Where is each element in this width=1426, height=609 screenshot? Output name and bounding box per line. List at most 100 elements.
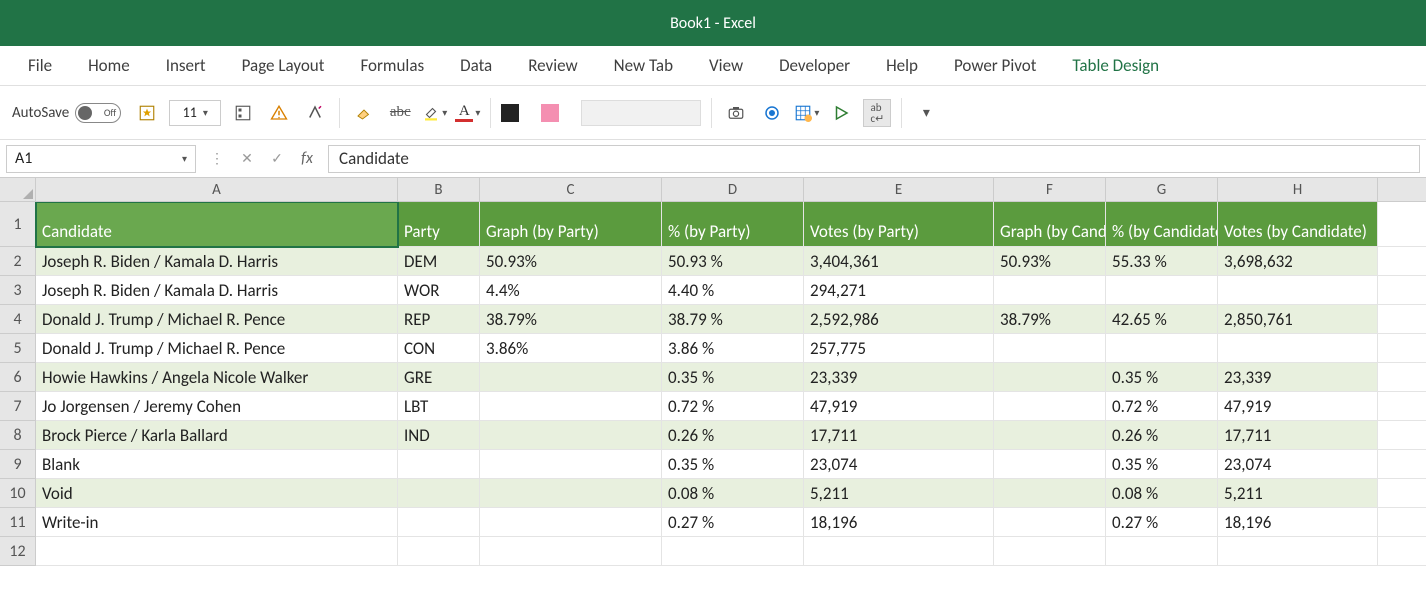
table-cell[interactable]: 23,074 [804, 450, 994, 479]
table-cell[interactable]: 55.33 % [1106, 247, 1218, 276]
autosave-toggle[interactable]: AutoSave Off [12, 103, 121, 123]
favorite-icon[interactable] [133, 99, 161, 127]
table-cell[interactable]: 42.65 % [1106, 305, 1218, 334]
select-all-corner[interactable] [0, 178, 36, 202]
table-cell[interactable]: Brock Pierce / Karla Ballard [36, 421, 398, 450]
ribbon-tab-review[interactable]: Review [510, 47, 595, 84]
empty-cell[interactable] [1106, 537, 1218, 566]
table-cell[interactable] [994, 450, 1106, 479]
table-cell[interactable]: Blank [36, 450, 398, 479]
table-cell[interactable] [480, 363, 662, 392]
font-color-button[interactable]: A ▾ [455, 104, 480, 122]
task-pane-icon[interactable] [229, 99, 257, 127]
table-cell[interactable]: 18,196 [804, 508, 994, 537]
table-cell[interactable]: Joseph R. Biden / Kamala D. Harris [36, 276, 398, 305]
table-cell[interactable]: 5,211 [1218, 479, 1378, 508]
table-cell[interactable]: 47,919 [804, 392, 994, 421]
table-cell[interactable]: 257,775 [804, 334, 994, 363]
table-cell[interactable]: GRE [398, 363, 480, 392]
table-cell[interactable]: 47,919 [1218, 392, 1378, 421]
empty-cell[interactable] [36, 537, 398, 566]
table-cell[interactable]: Howie Hawkins / Angela Nicole Walker [36, 363, 398, 392]
column-header-A[interactable]: A [36, 178, 398, 202]
row-header[interactable]: 3 [0, 276, 36, 305]
table-cell[interactable] [994, 334, 1106, 363]
table-cell[interactable]: WOR [398, 276, 480, 305]
table-cell[interactable] [994, 479, 1106, 508]
table-cell[interactable]: 5,211 [804, 479, 994, 508]
table-cell[interactable] [994, 421, 1106, 450]
warning-icon[interactable] [265, 99, 293, 127]
table-cell[interactable]: 0.35 % [1106, 450, 1218, 479]
table-cell[interactable] [398, 479, 480, 508]
column-header-C[interactable]: C [480, 178, 662, 202]
table-header-cell[interactable]: % (by Candidate) [1106, 202, 1218, 247]
ribbon-tab-help[interactable]: Help [868, 47, 936, 84]
column-header-E[interactable]: E [804, 178, 994, 202]
table-cell[interactable]: CON [398, 334, 480, 363]
table-cell[interactable]: REP [398, 305, 480, 334]
table-cell[interactable]: 294,271 [804, 276, 994, 305]
table-header-cell[interactable]: Graph (by Party) [480, 202, 662, 247]
empty-cell[interactable] [1218, 537, 1378, 566]
empty-cell[interactable] [480, 537, 662, 566]
formula-options-icon[interactable]: ⋮ [202, 145, 232, 173]
column-header-F[interactable]: F [994, 178, 1106, 202]
table-cell[interactable]: 50.93% [994, 247, 1106, 276]
table-cell[interactable]: 4.40 % [662, 276, 804, 305]
ribbon-tab-insert[interactable]: Insert [148, 47, 224, 84]
table-cell[interactable]: 0.27 % [662, 508, 804, 537]
table-cell[interactable]: 4.4% [480, 276, 662, 305]
table-header-cell[interactable]: Graph (by Candidate) [994, 202, 1106, 247]
row-header[interactable]: 12 [0, 537, 36, 566]
ribbon-tab-new-tab[interactable]: New Tab [596, 47, 691, 84]
table-cell[interactable]: IND [398, 421, 480, 450]
empty-cell[interactable] [398, 537, 480, 566]
table-cell[interactable]: 2,592,986 [804, 305, 994, 334]
table-cell[interactable]: 0.08 % [1106, 479, 1218, 508]
row-header[interactable]: 9 [0, 450, 36, 479]
table-cell[interactable]: 0.35 % [1106, 363, 1218, 392]
empty-cell[interactable] [804, 537, 994, 566]
table-cell[interactable] [1106, 276, 1218, 305]
table-cell[interactable]: 50.93% [480, 247, 662, 276]
ribbon-tab-power-pivot[interactable]: Power Pivot [936, 47, 1054, 84]
table-cell[interactable]: Joseph R. Biden / Kamala D. Harris [36, 247, 398, 276]
ribbon-tab-home[interactable]: Home [70, 47, 148, 84]
table-cell[interactable] [480, 479, 662, 508]
table-cell[interactable]: 3.86 % [662, 334, 804, 363]
wrap-text-icon[interactable]: abc↵ [863, 99, 891, 127]
table-cell[interactable] [994, 508, 1106, 537]
formula-input[interactable]: Candidate [328, 145, 1420, 173]
table-cell[interactable]: 17,711 [1218, 421, 1378, 450]
table-cell[interactable] [398, 450, 480, 479]
table-cell[interactable] [994, 392, 1106, 421]
strikethrough-icon[interactable]: abc [386, 99, 414, 127]
ribbon-tab-view[interactable]: View [691, 47, 761, 84]
column-header-H[interactable]: H [1218, 178, 1378, 202]
table-header-cell[interactable]: % (by Party) [662, 202, 804, 247]
table-cell[interactable] [1218, 276, 1378, 305]
table-cell[interactable]: Donald J. Trump / Michael R. Pence [36, 334, 398, 363]
table-header-cell[interactable]: Party [398, 202, 480, 247]
table-cell[interactable] [480, 392, 662, 421]
table-cell[interactable] [1106, 334, 1218, 363]
customize-toolbar-icon[interactable]: ▾ [912, 99, 940, 127]
ribbon-tab-file[interactable]: File [10, 47, 70, 84]
table-cell[interactable] [480, 421, 662, 450]
row-header[interactable]: 4 [0, 305, 36, 334]
record-icon[interactable] [758, 99, 786, 127]
table-cell[interactable]: 38.79% [994, 305, 1106, 334]
ribbon-tab-page-layout[interactable]: Page Layout [224, 47, 343, 84]
table-cell[interactable]: 18,196 [1218, 508, 1378, 537]
table-cell[interactable]: 0.26 % [662, 421, 804, 450]
table-cell[interactable] [994, 363, 1106, 392]
empty-cell[interactable] [994, 537, 1106, 566]
fx-icon[interactable]: fx [292, 145, 322, 173]
table-cell[interactable]: LBT [398, 392, 480, 421]
table-cell[interactable]: 17,711 [804, 421, 994, 450]
table-cell[interactable] [398, 508, 480, 537]
play-macro-icon[interactable] [827, 99, 855, 127]
table-insert-icon[interactable]: ▾ [794, 104, 819, 122]
column-header-G[interactable]: G [1106, 178, 1218, 202]
